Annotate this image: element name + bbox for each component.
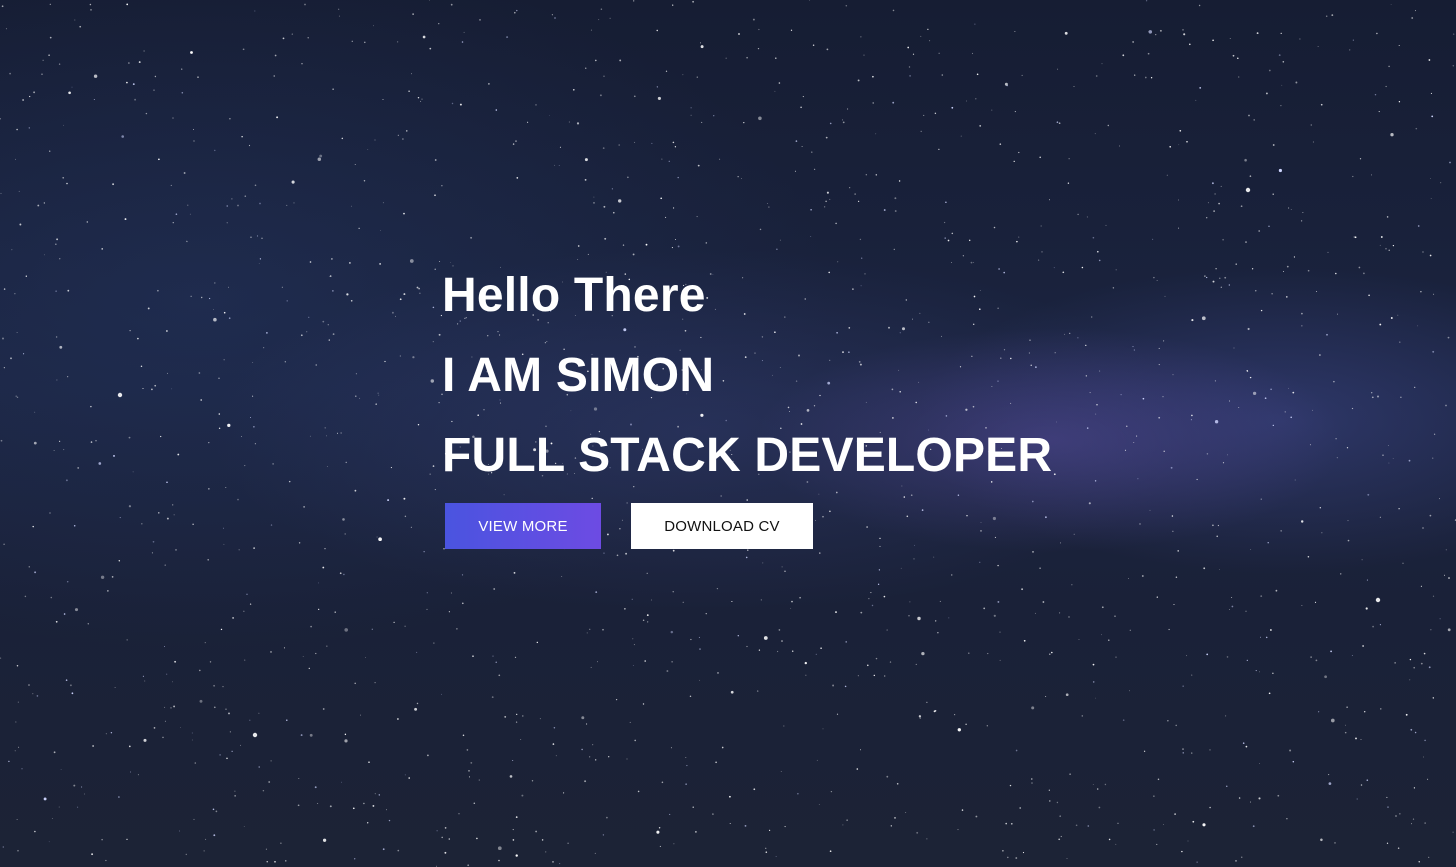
hero-role: FULL STACK DEVELOPER bbox=[442, 429, 1053, 482]
hero-actions: VIEW MORE DOWNLOAD CV bbox=[445, 503, 813, 549]
hero-text: Hello There I AM SIMON FULL STACK DEVELO… bbox=[442, 268, 1052, 484]
download-cv-button[interactable]: DOWNLOAD CV bbox=[631, 503, 813, 549]
hero-name: I AM SIMON bbox=[442, 349, 715, 402]
hero-section: Hello There I AM SIMON FULL STACK DEVELO… bbox=[0, 0, 1456, 867]
hero-greeting: Hello There bbox=[442, 269, 706, 322]
view-more-button[interactable]: VIEW MORE bbox=[445, 503, 601, 549]
